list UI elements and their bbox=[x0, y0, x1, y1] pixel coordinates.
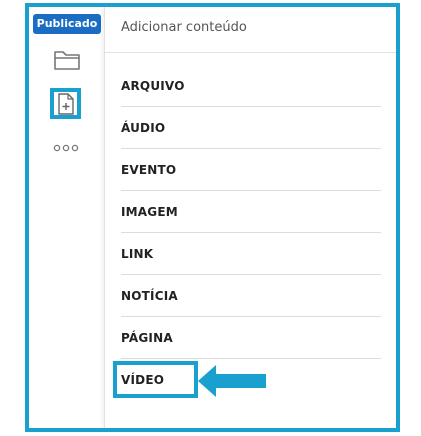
add-content-button[interactable] bbox=[50, 88, 81, 119]
content-item-imagem[interactable]: IMAGEM bbox=[121, 191, 381, 233]
add-document-icon bbox=[58, 93, 74, 115]
panel-title: Adicionar conteúdo bbox=[121, 20, 247, 35]
content-item-link[interactable]: LINK bbox=[121, 233, 381, 275]
more-options-icon[interactable] bbox=[52, 143, 80, 153]
divider bbox=[105, 52, 396, 53]
content-item-video-label: VÍDEO bbox=[121, 373, 165, 387]
content-item-pagina[interactable]: PÁGINA bbox=[121, 317, 381, 359]
status-badge[interactable]: Publicado bbox=[33, 14, 101, 34]
sidebar: Publicado bbox=[29, 7, 104, 428]
content-item-evento[interactable]: EVENTO bbox=[121, 149, 381, 191]
content-type-list: ARQUIVO ÁUDIO EVENTO IMAGEM LINK NOTÍCIA… bbox=[113, 65, 381, 401]
content-item-arquivo[interactable]: ARQUIVO bbox=[121, 65, 381, 107]
content-item-audio[interactable]: ÁUDIO bbox=[121, 107, 381, 149]
content-item-noticia[interactable]: NOTÍCIA bbox=[121, 275, 381, 317]
folder-icon[interactable] bbox=[53, 49, 81, 71]
left-arrow-icon bbox=[198, 365, 266, 397]
